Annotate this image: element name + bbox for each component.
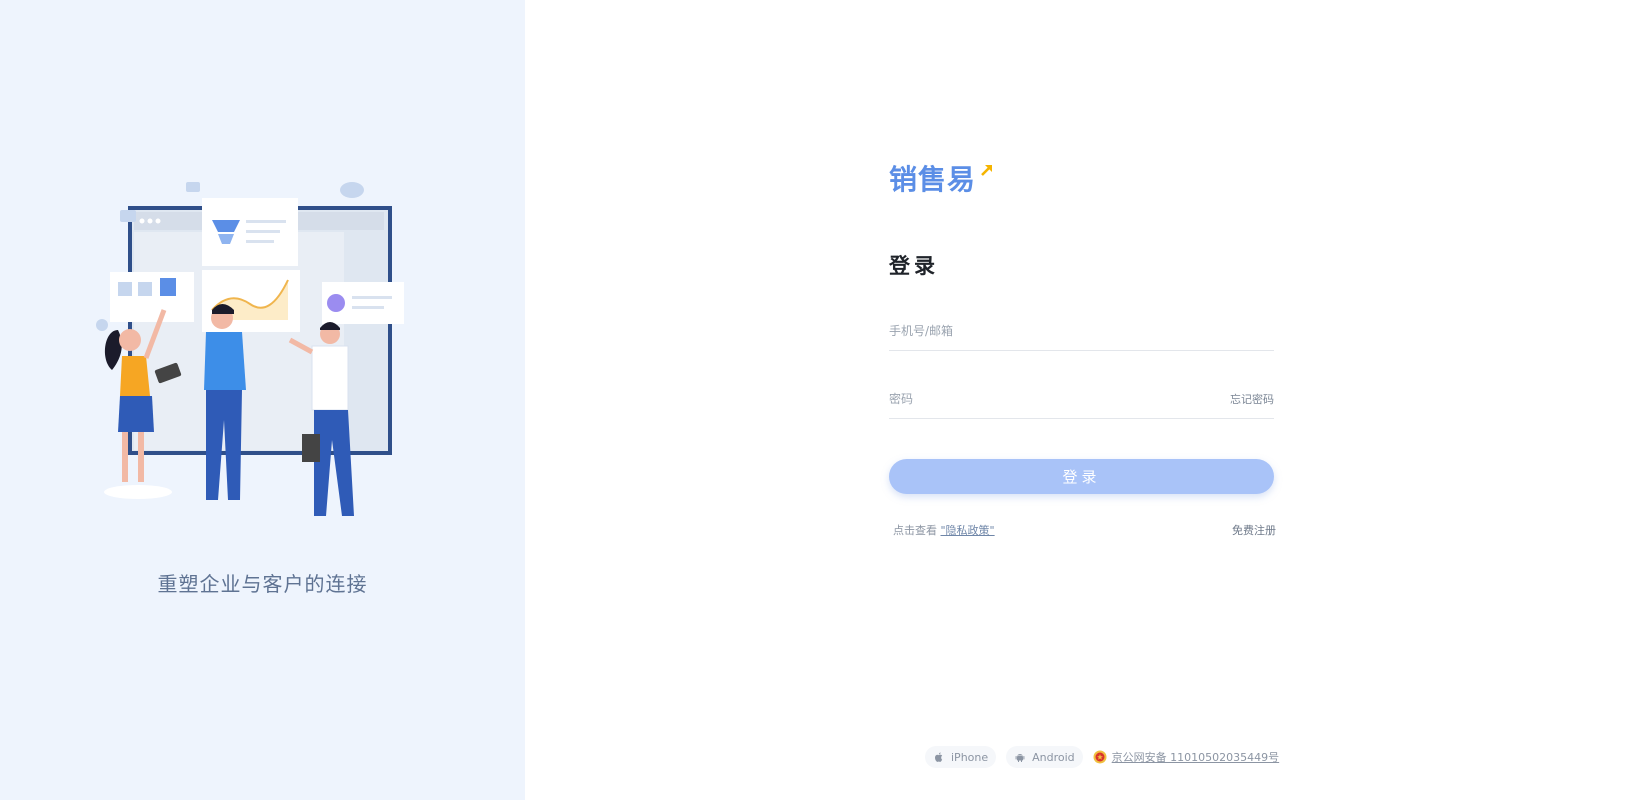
- left-panel: 重塑企业与客户的连接: [0, 0, 525, 800]
- iphone-download-button[interactable]: iPhone: [925, 746, 997, 768]
- android-label: Android: [1032, 750, 1075, 764]
- login-button[interactable]: 登录: [889, 459, 1274, 494]
- forgot-password-link[interactable]: 忘记密码: [1230, 391, 1274, 407]
- privacy-policy-link[interactable]: "隐私政策": [941, 524, 995, 537]
- brand-logo: 销售易: [889, 163, 977, 196]
- iphone-label: iPhone: [951, 750, 989, 764]
- account-field: [889, 320, 1274, 351]
- privacy-notice: 点击查看 "隐私政策": [893, 522, 995, 538]
- slogan-text: 重塑企业与客户的连接: [157, 572, 368, 596]
- logo-arrow-icon: [981, 165, 992, 176]
- beian-record: 京公网安备 11010502035449号: [1093, 749, 1279, 765]
- beian-link[interactable]: 京公网安备 11010502035449号: [1112, 749, 1279, 765]
- android-download-button[interactable]: Android: [1006, 746, 1083, 768]
- account-input[interactable]: [889, 321, 1189, 341]
- login-title: 登录: [889, 254, 939, 278]
- android-icon: [1015, 754, 1025, 762]
- password-input[interactable]: [889, 389, 1189, 409]
- register-link[interactable]: 免费注册: [1232, 522, 1276, 538]
- apple-icon: [935, 752, 943, 762]
- privacy-prefix: 点击查看: [893, 524, 937, 537]
- password-field: 忘记密码: [889, 388, 1274, 419]
- police-badge-icon: [1093, 750, 1107, 764]
- footer: iPhone Android 京公网安备 11010502035449号: [925, 746, 1279, 768]
- team-illustration: [96, 182, 404, 516]
